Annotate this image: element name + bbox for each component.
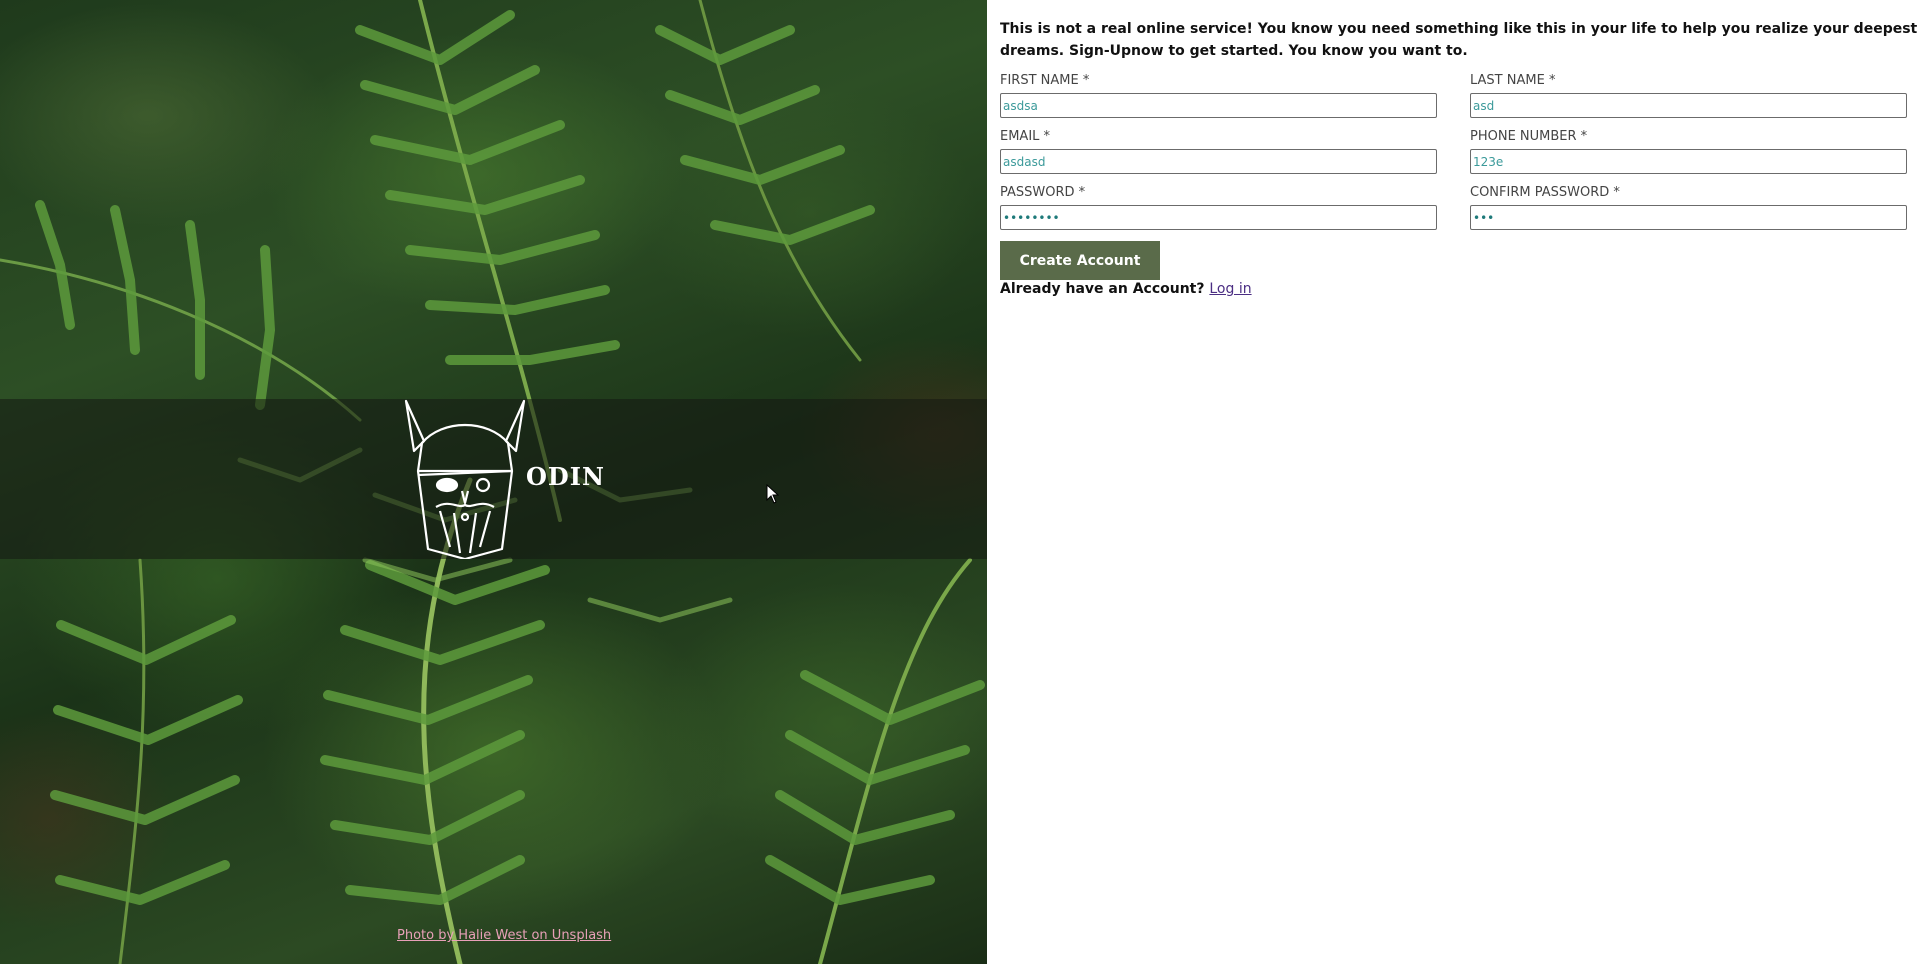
signup-page: ODIN Photo by Halie West on Unsplash Thi…: [0, 0, 1920, 964]
confirm-password-label: CONFIRM PASSWORD *: [1470, 185, 1620, 200]
create-account-button[interactable]: Create Account: [1000, 241, 1160, 280]
password-input[interactable]: [1000, 205, 1437, 230]
last-name-label: LAST NAME *: [1470, 73, 1556, 88]
signup-form-panel: This is not a real online service! You k…: [987, 0, 1920, 964]
phone-group: PHONE NUMBER *: [1470, 128, 1907, 174]
login-link[interactable]: Log in: [1209, 281, 1251, 297]
password-label: PASSWORD *: [1000, 185, 1086, 200]
email-input[interactable]: [1000, 149, 1437, 174]
signup-form: FIRST NAME * LAST NAME * EMAIL * PHONE N…: [1000, 72, 1910, 280]
login-prompt-text: Already have an Account?: [1000, 281, 1205, 297]
photo-credit-link[interactable]: Photo by Halie West on Unsplash: [397, 928, 611, 943]
first-name-group: FIRST NAME *: [1000, 72, 1437, 118]
phone-number-label: PHONE NUMBER *: [1470, 129, 1588, 144]
last-name-group: LAST NAME *: [1470, 72, 1907, 118]
hero-panel: ODIN Photo by Halie West on Unsplash: [0, 0, 987, 964]
odin-viking-helmet-icon: [404, 399, 526, 559]
form-fields-grid: FIRST NAME * LAST NAME * EMAIL * PHONE N…: [1000, 72, 1910, 230]
email-group: EMAIL *: [1000, 128, 1437, 174]
confirm-password-input[interactable]: [1470, 205, 1907, 230]
email-label: EMAIL *: [1000, 129, 1051, 144]
first-name-input[interactable]: [1000, 93, 1437, 118]
intro-text: This is not a real online service! You k…: [1000, 21, 1918, 59]
password-group: PASSWORD *: [1000, 184, 1437, 230]
brand-name: ODIN: [526, 461, 605, 491]
confirm-password-group: CONFIRM PASSWORD *: [1470, 184, 1907, 230]
phone-number-input[interactable]: [1470, 149, 1907, 174]
brand-logo: ODIN: [402, 399, 605, 559]
mouse-cursor-icon: [766, 484, 780, 504]
last-name-input[interactable]: [1470, 93, 1907, 118]
first-name-label: FIRST NAME *: [1000, 73, 1090, 88]
login-prompt: Already have an Account? Log in: [1000, 281, 1910, 297]
